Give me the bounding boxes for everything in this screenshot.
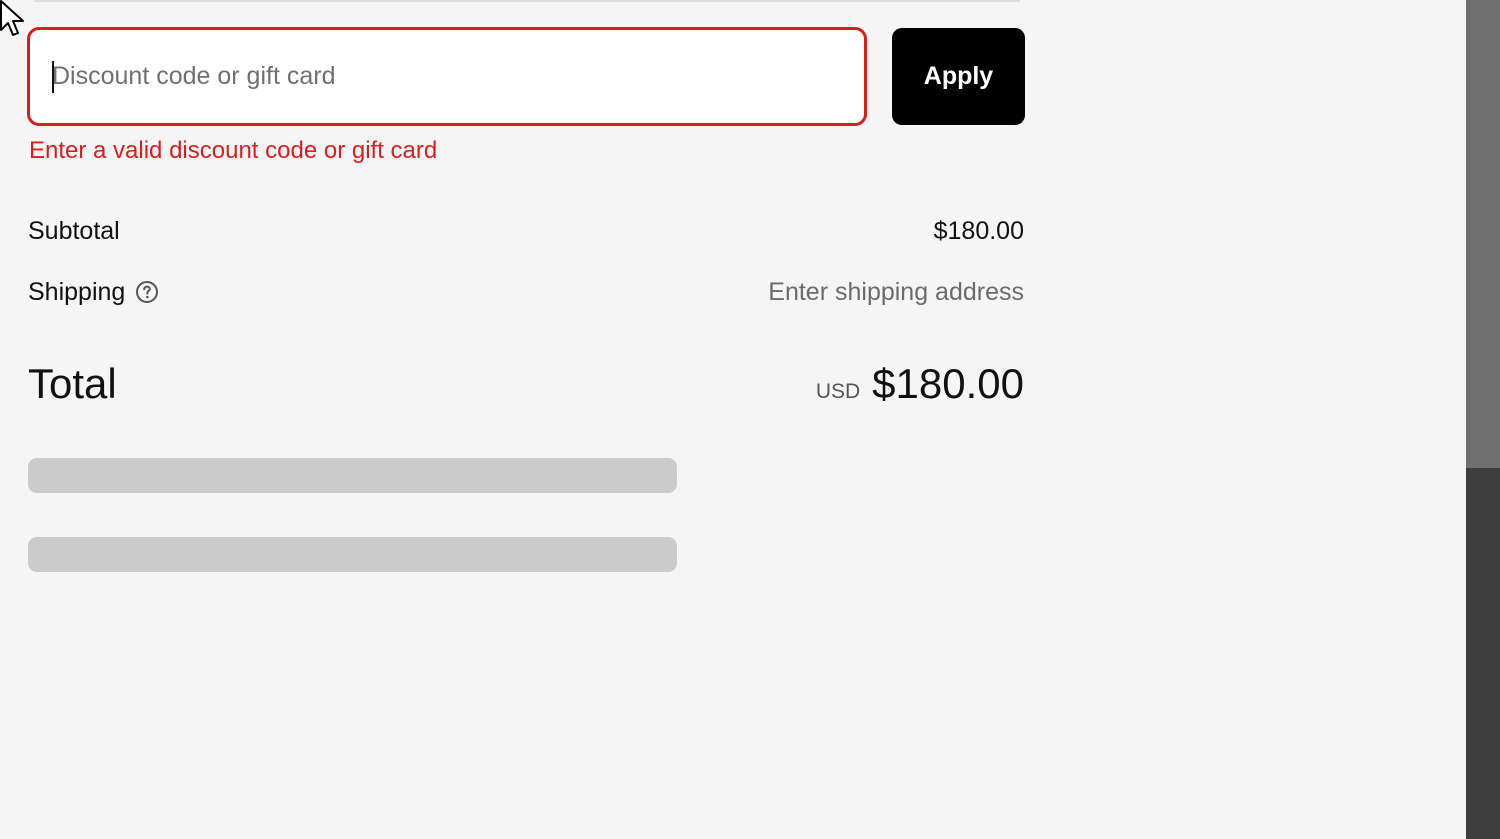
question-circle-icon[interactable] <box>135 280 159 304</box>
total-amount: USD $180.00 <box>816 360 1024 408</box>
scrollbar-thumb[interactable] <box>1466 0 1500 468</box>
text-caret <box>52 61 54 93</box>
discount-form: Apply <box>27 27 1025 126</box>
section-divider <box>34 0 1020 2</box>
loading-skeleton-bar <box>28 537 677 572</box>
shipping-value: Enter shipping address <box>768 277 1024 306</box>
shipping-label-group: Shipping <box>28 278 159 307</box>
vertical-scrollbar[interactable] <box>1466 0 1500 839</box>
total-value: $180.00 <box>872 360 1024 407</box>
shipping-row: Shipping Enter shipping address <box>28 275 1024 309</box>
discount-code-input[interactable] <box>27 27 867 126</box>
subtotal-label: Subtotal <box>28 216 120 245</box>
mouse-pointer-icon <box>0 0 24 36</box>
apply-discount-button[interactable]: Apply <box>892 28 1025 125</box>
subtotal-value: $180.00 <box>933 216 1024 245</box>
subtotal-row: Subtotal $180.00 <box>28 214 1024 248</box>
total-row: Total USD $180.00 <box>28 358 1024 410</box>
shipping-label: Shipping <box>28 277 126 306</box>
total-currency: USD <box>815 380 861 403</box>
discount-error-message: Enter a valid discount code or gift card <box>29 137 438 164</box>
loading-skeleton-bar <box>28 458 677 493</box>
total-label: Total <box>28 360 117 407</box>
checkout-order-summary: Apply Enter a valid discount code or gif… <box>0 0 1500 839</box>
